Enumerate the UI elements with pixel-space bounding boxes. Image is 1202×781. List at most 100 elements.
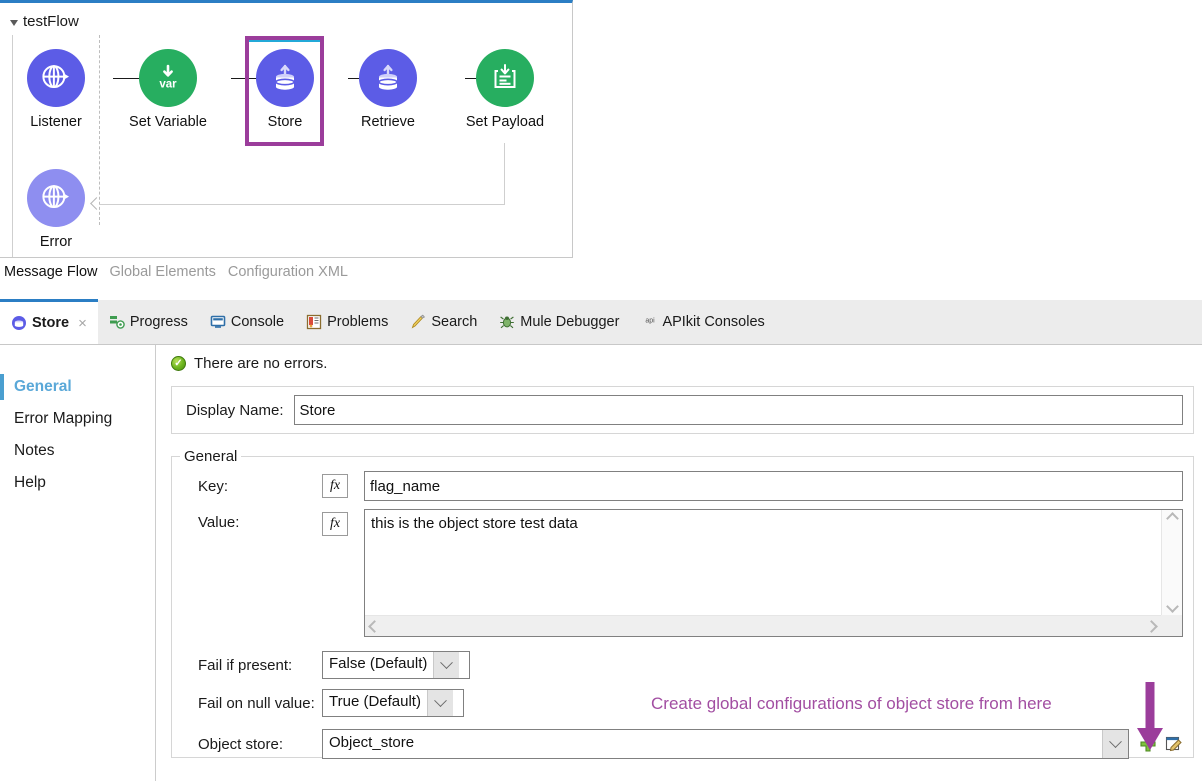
key-expression-button[interactable]: fx	[322, 474, 348, 498]
nav-item-notes[interactable]: Notes	[0, 435, 155, 467]
flow-node-listener[interactable]: Listener	[1, 49, 111, 130]
tab-label: Console	[231, 314, 284, 330]
object-store-label: Object store:	[172, 736, 322, 753]
set-variable-icon: var	[139, 49, 197, 107]
close-icon[interactable]: ×	[78, 315, 87, 332]
editor-tab-message-flow[interactable]: Message Flow	[4, 264, 97, 280]
properties-form: ✓ There are no errors. Display Name: Gen…	[157, 345, 1202, 781]
nav-item-error-mapping[interactable]: Error Mapping	[0, 403, 155, 435]
tab-console[interactable]: Console	[199, 300, 295, 344]
flow-node-label: Error	[1, 234, 111, 250]
value-label: Value:	[172, 509, 322, 531]
tab-label: Problems	[327, 314, 388, 330]
edit-config-icon[interactable]	[1165, 735, 1183, 753]
validation-status-text: There are no errors.	[194, 355, 327, 372]
tab-search[interactable]: Search	[399, 300, 488, 344]
tab-problems[interactable]: Problems	[295, 300, 399, 344]
scrollbar-corner	[1161, 615, 1182, 636]
flow-node-label: Store	[230, 114, 340, 130]
nav-item-general[interactable]: General	[0, 371, 155, 403]
tab-label: Mule Debugger	[520, 314, 619, 330]
nav-item-help[interactable]: Help	[0, 467, 155, 499]
annotation-arrow-icon	[1134, 682, 1166, 762]
flow-node-label: Set Payload	[450, 114, 560, 130]
flow-canvas[interactable]: testFlow Listener	[0, 0, 573, 258]
properties-nav[interactable]: General Error Mapping Notes Help	[0, 345, 156, 781]
scroll-up-icon[interactable]	[1166, 512, 1179, 525]
editor-view-tabs[interactable]: Message Flow Global Elements Configurati…	[0, 259, 573, 285]
value-field-row: Value: fx	[172, 509, 1183, 637]
scroll-left-icon[interactable]	[368, 620, 381, 633]
flow-node-label: Set Variable	[113, 114, 223, 130]
flow-node-error[interactable]: Error	[1, 169, 111, 250]
fail-if-present-select[interactable]: False (Default)	[322, 651, 470, 679]
validation-status: ✓ There are no errors.	[157, 345, 1202, 372]
object-store-select[interactable]: Object_store	[322, 729, 1129, 759]
tab-label: Store	[32, 315, 69, 331]
value-textarea[interactable]	[365, 510, 1160, 614]
editor-tab-configuration-xml[interactable]: Configuration XML	[228, 264, 348, 280]
fail-on-null-select[interactable]: True (Default)	[322, 689, 464, 717]
nav-item-label: Error Mapping	[14, 410, 112, 427]
key-label: Key:	[172, 478, 322, 495]
general-group-title: General	[180, 448, 241, 465]
tab-progress[interactable]: Progress	[98, 300, 199, 344]
annotation-text: Create global configurations of object s…	[651, 694, 1052, 714]
value-horizontal-scrollbar[interactable]	[365, 615, 1161, 636]
chevron-down-icon[interactable]	[433, 652, 459, 678]
display-name-group: Display Name:	[171, 386, 1194, 434]
object-store-icon	[256, 49, 314, 107]
key-input[interactable]	[364, 471, 1183, 501]
nav-item-label: Notes	[14, 442, 55, 459]
error-route-line	[100, 143, 505, 205]
view-tab-bar[interactable]: Store × Progress Co	[0, 300, 1202, 345]
tab-store[interactable]: Store ×	[0, 299, 98, 344]
progress-icon	[109, 314, 125, 330]
tab-apikit-consoles[interactable]: api APIkit Consoles	[630, 300, 775, 344]
object-store-row: Object store: Object_store	[172, 729, 1183, 759]
flow-node-set-payload[interactable]: Set Payload	[450, 49, 560, 130]
key-field-row: Key: fx	[172, 471, 1183, 501]
display-name-label: Display Name:	[186, 402, 284, 419]
scroll-right-icon[interactable]	[1145, 620, 1158, 633]
globe-icon	[27, 169, 85, 227]
success-check-icon: ✓	[171, 356, 186, 371]
object-store-icon	[359, 49, 417, 107]
flow-node-store[interactable]: Store	[230, 49, 340, 130]
object-store-value: Object_store	[323, 730, 420, 758]
problems-icon	[306, 314, 322, 330]
tab-mule-debugger[interactable]: Mule Debugger	[488, 300, 630, 344]
flow-name-label: testFlow	[23, 13, 79, 30]
fx-icon: fx	[330, 478, 340, 494]
collapse-triangle-icon[interactable]	[10, 20, 18, 26]
fail-if-present-row: Fail if present: False (Default)	[172, 651, 1183, 679]
object-store-icon	[11, 315, 27, 331]
editor-tab-global-elements[interactable]: Global Elements	[109, 264, 215, 280]
globe-icon	[27, 49, 85, 107]
fail-if-present-value: False (Default)	[323, 652, 433, 678]
fx-icon: fx	[330, 516, 340, 532]
properties-panel: General Error Mapping Notes Help ✓ There…	[0, 345, 1202, 781]
value-expression-button[interactable]: fx	[322, 512, 348, 536]
display-name-input[interactable]	[294, 395, 1183, 425]
flow-node-retrieve[interactable]: Retrieve	[333, 49, 443, 130]
bug-icon	[499, 314, 515, 330]
flow-title[interactable]: testFlow	[10, 13, 79, 30]
tab-label: Search	[431, 314, 477, 330]
fail-if-present-label: Fail if present:	[172, 657, 322, 674]
value-vertical-scrollbar[interactable]	[1161, 510, 1182, 615]
chevron-down-icon[interactable]	[1102, 730, 1128, 758]
tab-label: Progress	[130, 314, 188, 330]
set-payload-icon	[476, 49, 534, 107]
search-icon	[410, 314, 426, 330]
scroll-down-icon[interactable]	[1166, 600, 1179, 613]
nav-item-label: Help	[14, 474, 46, 491]
fail-on-null-value: True (Default)	[323, 690, 427, 716]
tab-label: APIkit Consoles	[662, 314, 764, 330]
chevron-down-icon[interactable]	[427, 690, 453, 716]
flow-node-label: Listener	[1, 114, 111, 130]
svg-text:var: var	[159, 79, 177, 91]
flow-node-set-variable[interactable]: var Set Variable	[113, 49, 223, 130]
svg-text:api: api	[646, 318, 656, 325]
value-textarea-wrapper[interactable]	[364, 509, 1183, 637]
